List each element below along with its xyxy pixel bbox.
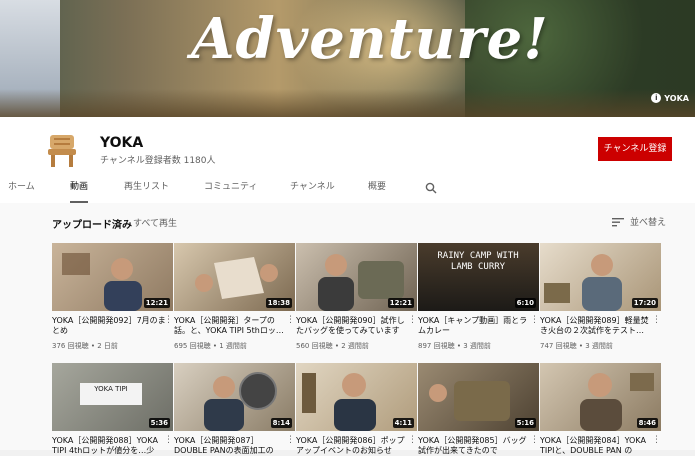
video-meta: 747 回視聴 • 3 週間前: [540, 342, 613, 350]
video-duration: 12:21: [143, 298, 170, 308]
banner-title: Adventure!: [191, 6, 549, 72]
video-card[interactable]: 5:16 YOKA［公開開発085］バッグ試作が出来てきたので ⋮: [418, 363, 539, 456]
video-card[interactable]: 12:21 YOKA［公開開発092］7月のまとめ 376 回視聴 • 2 日前…: [52, 243, 173, 351]
upload-age: 2 日前: [97, 342, 118, 350]
tab-community[interactable]: コミュニティ: [204, 174, 257, 203]
section-title[interactable]: アップロード済み: [52, 216, 132, 231]
video-duration: 12:21: [387, 298, 414, 308]
video-duration: 5:16: [514, 418, 536, 428]
more-options-icon[interactable]: ⋮: [286, 316, 295, 325]
subscribe-button[interactable]: チャンネル登録: [598, 137, 672, 161]
more-options-icon[interactable]: ⋮: [408, 436, 417, 445]
video-card[interactable]: 18:38 YOKA［公開開発］タープの話。と、YOKA TIPI 5thロッ……: [174, 243, 295, 351]
more-options-icon[interactable]: ⋮: [530, 436, 539, 445]
video-card[interactable]: RAINY CAMP WITH LAMB CURRY 6:10 YOKA［キャン…: [418, 243, 539, 351]
channel-tabs: ホーム 動画 再生リスト コミュニティ チャンネル 概要: [0, 174, 695, 203]
video-duration: 18:38: [265, 298, 292, 308]
more-options-icon[interactable]: ⋮: [286, 436, 295, 445]
thumbnail-caption: RAINY CAMP WITH LAMB CURRY: [437, 251, 519, 272]
video-thumbnail[interactable]: 18:38: [174, 243, 295, 311]
video-card[interactable]: 17:20 YOKA［公開開発089］軽量焚き火台の２次試作をテスト… 747 …: [540, 243, 661, 351]
tab-playlists[interactable]: 再生リスト: [124, 174, 169, 203]
subscriber-count: チャンネル登録者数 1180人: [100, 156, 216, 166]
video-duration: 5:36: [148, 418, 170, 428]
chair-icon: [48, 135, 76, 167]
sort-icon: [612, 217, 624, 226]
video-meta: 376 回視聴 • 2 日前: [52, 342, 118, 350]
video-meta: 897 回視聴 • 3 週間前: [418, 342, 491, 350]
upload-age: 1 週間前: [219, 342, 247, 350]
video-thumbnail[interactable]: 17:20: [540, 243, 661, 311]
video-title[interactable]: YOKA［キャンプ動画］雨とラムカレー: [418, 316, 539, 336]
sort-button[interactable]: 並べ替え: [612, 215, 666, 228]
video-card[interactable]: 12:21 YOKA［公開開発090］試作したバッグを使ってみています 560 …: [296, 243, 417, 351]
video-duration: 4:11: [392, 418, 414, 428]
more-options-icon[interactable]: ⋮: [652, 316, 661, 325]
view-count: 560 回視聴: [296, 342, 333, 350]
video-title[interactable]: YOKA［公開開発087］DOUBLE PANの表面加工の: [174, 436, 295, 456]
upload-age: 3 週間前: [463, 342, 491, 350]
more-options-icon[interactable]: ⋮: [164, 316, 173, 325]
videos-section: アップロード済み すべて再生 並べ替え 12:21 YOKA［公開開発092］7…: [0, 203, 695, 455]
search-icon[interactable]: [425, 182, 437, 194]
channel-name[interactable]: YOKA: [100, 135, 143, 151]
sort-label: 並べ替え: [630, 218, 667, 228]
info-icon: i: [651, 93, 662, 103]
video-duration: 8:14: [270, 418, 292, 428]
view-count: 376 回視聴: [52, 342, 89, 350]
video-thumbnail[interactable]: 8:14: [174, 363, 295, 431]
video-duration: 6:10: [514, 298, 536, 308]
video-title[interactable]: YOKA［公開開発090］試作したバッグを使ってみています: [296, 316, 417, 336]
tab-home[interactable]: ホーム: [8, 174, 35, 203]
video-thumbnail[interactable]: 4:11: [296, 363, 417, 431]
video-title[interactable]: YOKA［公開開発092］7月のまとめ: [52, 316, 173, 336]
video-card[interactable]: 4:11 YOKA［公開開発086］ポップアップイベントのお知らせ ⋮: [296, 363, 417, 456]
avatar[interactable]: [40, 127, 84, 171]
banner-ground: [0, 89, 695, 117]
video-card[interactable]: 8:46 YOKA［公開開発084］YOKA TIPIと、DOUBLE PAN …: [540, 363, 661, 456]
banner-badge-label: YOKA: [664, 93, 689, 103]
view-count: 747 回視聴: [540, 342, 577, 350]
video-meta: 560 回視聴 • 2 週間前: [296, 342, 369, 350]
video-thumbnail[interactable]: 12:21: [52, 243, 173, 311]
video-title[interactable]: YOKA［公開開発085］バッグ試作が出来てきたので: [418, 436, 539, 456]
tab-about[interactable]: 概要: [368, 174, 386, 203]
tag-label: YOKA TIPI: [80, 383, 142, 405]
more-options-icon[interactable]: ⋮: [652, 436, 661, 445]
upload-age: 2 週間前: [341, 342, 369, 350]
video-meta: 695 回視聴 • 1 週間前: [174, 342, 247, 350]
video-thumbnail[interactable]: 8:46: [540, 363, 661, 431]
video-card[interactable]: YOKA TIPI 5:36 YOKA［公開開発088］YOKA TIPI 4t…: [52, 363, 173, 456]
upload-age: 3 週間前: [585, 342, 613, 350]
more-options-icon[interactable]: ⋮: [164, 436, 173, 445]
video-thumbnail[interactable]: YOKA TIPI 5:36: [52, 363, 173, 431]
tab-videos[interactable]: 動画: [70, 174, 89, 203]
view-count: 897 回視聴: [418, 342, 455, 350]
video-title[interactable]: YOKA［公開開発086］ポップアップイベントのお知らせ: [296, 436, 417, 456]
more-options-icon[interactable]: ⋮: [408, 316, 417, 325]
video-title[interactable]: YOKA［公開開発089］軽量焚き火台の２次試作をテスト…: [540, 316, 661, 336]
video-thumbnail[interactable]: 12:21: [296, 243, 417, 311]
video-title[interactable]: YOKA［公開開発084］YOKA TIPIと、DOUBLE PAN の: [540, 436, 661, 456]
video-title[interactable]: YOKA［公開開発088］YOKA TIPI 4thロットが値分を…少: [52, 436, 173, 456]
video-title[interactable]: YOKA［公開開発］タープの話。と、YOKA TIPI 5thロッ…: [174, 316, 295, 336]
play-all-link[interactable]: すべて再生: [133, 216, 177, 229]
video-duration: 17:20: [631, 298, 658, 308]
video-thumbnail[interactable]: RAINY CAMP WITH LAMB CURRY 6:10: [418, 243, 539, 311]
view-count: 695 回視聴: [174, 342, 211, 350]
more-options-icon[interactable]: ⋮: [530, 316, 539, 325]
tab-channels[interactable]: チャンネル: [290, 174, 335, 203]
channel-banner: Adventure! i YOKA: [0, 0, 695, 117]
video-card[interactable]: 8:14 YOKA［公開開発087］DOUBLE PANの表面加工の ⋮: [174, 363, 295, 456]
video-thumbnail[interactable]: 5:16: [418, 363, 539, 431]
banner-badge[interactable]: i YOKA: [651, 93, 689, 103]
video-duration: 8:46: [636, 418, 658, 428]
